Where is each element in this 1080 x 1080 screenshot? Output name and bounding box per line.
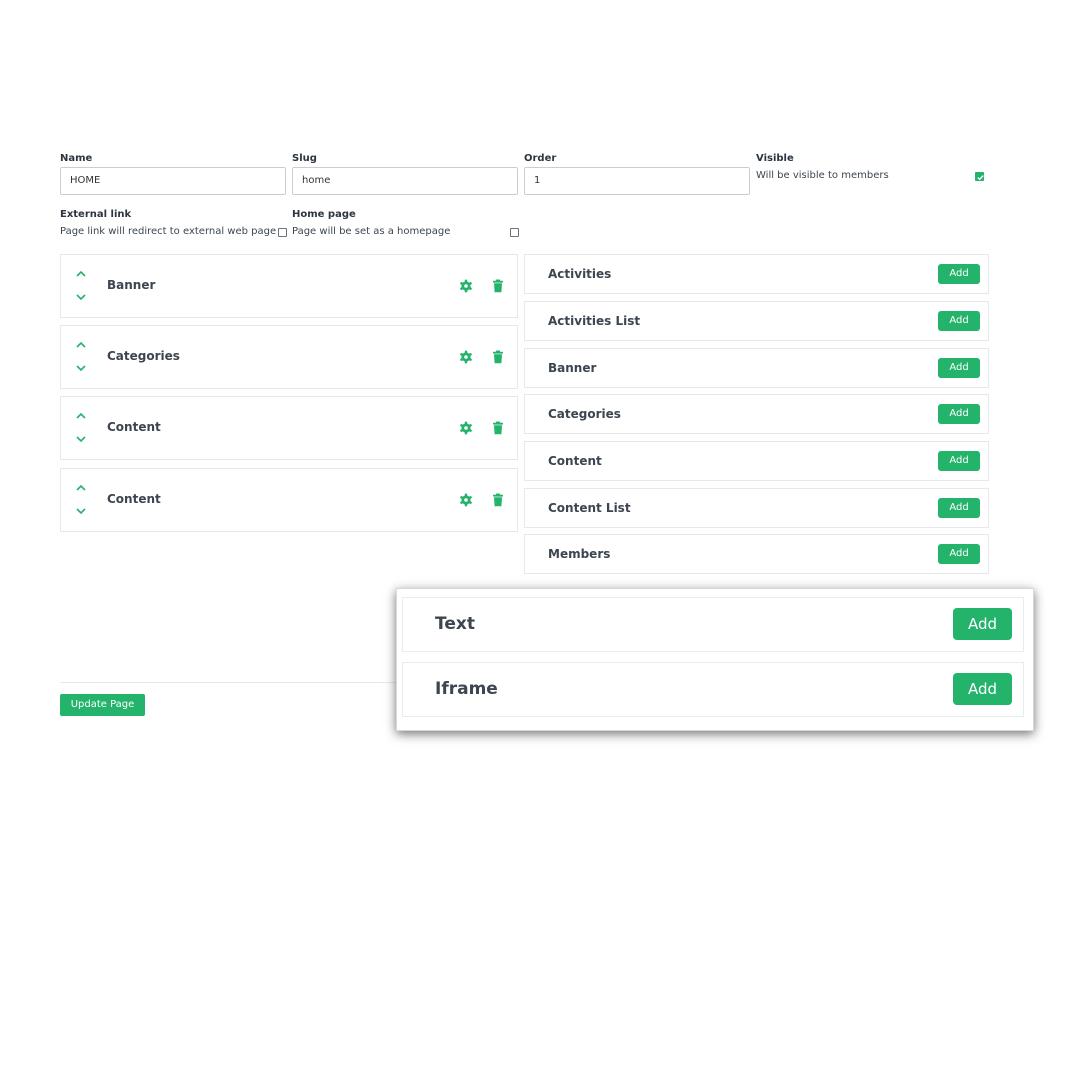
external-link-label: External link <box>60 209 132 220</box>
trash-icon[interactable] <box>492 493 504 507</box>
component-item: Activities Add <box>524 254 989 294</box>
name-label: Name <box>60 153 93 164</box>
block-name: Categories <box>107 349 180 363</box>
home-page-checkbox[interactable] <box>510 228 519 237</box>
trash-icon[interactable] <box>492 421 504 435</box>
component-item: Content Add <box>524 441 989 481</box>
add-component-button[interactable]: Add <box>938 264 980 284</box>
add-component-button[interactable]: Add <box>938 451 980 471</box>
slug-label: Slug <box>292 153 317 164</box>
visible-checkbox[interactable] <box>975 172 984 181</box>
component-name: Members <box>548 547 611 561</box>
check-icon <box>977 175 984 181</box>
chevron-down-icon[interactable] <box>74 363 88 373</box>
gear-icon[interactable] <box>459 279 473 293</box>
page-block: Content <box>60 468 518 532</box>
slug-input[interactable]: home <box>292 167 518 195</box>
component-name: Banner <box>548 361 597 375</box>
gear-icon[interactable] <box>459 421 473 435</box>
add-component-button[interactable]: Add <box>938 404 980 424</box>
component-item: Categories Add <box>524 394 989 434</box>
external-link-checkbox[interactable] <box>278 228 287 237</box>
trash-icon[interactable] <box>492 350 504 364</box>
component-name: Activities List <box>548 314 641 328</box>
chevron-down-icon[interactable] <box>74 292 88 302</box>
visible-help: Will be visible to members <box>756 170 889 181</box>
home-page-help: Page will be set as a homepage <box>292 226 451 237</box>
chevron-up-icon[interactable] <box>74 340 88 350</box>
page-block: Banner <box>60 254 518 318</box>
add-component-button[interactable]: Add <box>938 311 980 331</box>
page-block: Categories <box>60 325 518 389</box>
external-link-help: Page link will redirect to external web … <box>60 226 277 237</box>
update-page-button[interactable]: Update Page <box>60 694 145 716</box>
order-input[interactable]: 1 <box>524 167 750 195</box>
component-item: Text Add <box>402 597 1024 652</box>
chevron-up-icon[interactable] <box>74 483 88 493</box>
add-component-button[interactable]: Add <box>953 673 1012 705</box>
component-item: Banner Add <box>524 348 989 388</box>
zoom-callout: Text Add Iframe Add <box>396 588 1034 731</box>
component-item: Members Add <box>524 534 989 574</box>
add-component-button[interactable]: Add <box>938 544 980 564</box>
component-name: Content <box>548 454 602 468</box>
chevron-down-icon[interactable] <box>74 506 88 516</box>
page-block: Content <box>60 396 518 460</box>
component-item: Content List Add <box>524 488 989 528</box>
component-name: Categories <box>548 407 621 421</box>
component-item: Activities List Add <box>524 301 989 341</box>
add-component-button[interactable]: Add <box>953 608 1012 640</box>
order-label: Order <box>524 153 557 164</box>
visible-label: Visible <box>756 153 794 164</box>
block-name: Content <box>107 420 161 434</box>
component-name: Text <box>435 614 475 634</box>
chevron-down-icon[interactable] <box>74 434 88 444</box>
name-input[interactable]: HOME <box>60 167 286 195</box>
chevron-up-icon[interactable] <box>74 269 88 279</box>
block-name: Content <box>107 492 161 506</box>
gear-icon[interactable] <box>459 350 473 364</box>
chevron-up-icon[interactable] <box>74 411 88 421</box>
add-component-button[interactable]: Add <box>938 358 980 378</box>
component-item: Iframe Add <box>402 662 1024 717</box>
component-name: Iframe <box>435 679 498 699</box>
add-component-button[interactable]: Add <box>938 498 980 518</box>
block-name: Banner <box>107 278 156 292</box>
trash-icon[interactable] <box>492 279 504 293</box>
home-page-label: Home page <box>292 209 356 220</box>
gear-icon[interactable] <box>459 493 473 507</box>
component-name: Activities <box>548 267 612 281</box>
component-name: Content List <box>548 501 631 515</box>
